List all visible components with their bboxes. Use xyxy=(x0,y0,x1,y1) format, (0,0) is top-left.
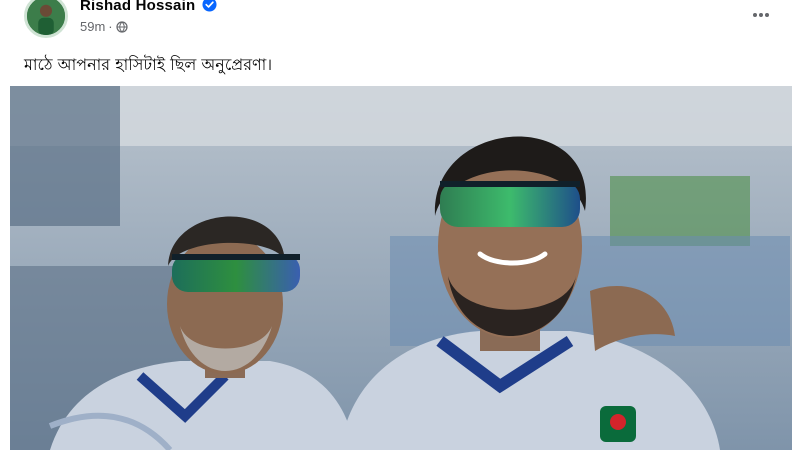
post-photo[interactable] xyxy=(10,86,792,450)
post-meta: 59m · xyxy=(80,19,128,34)
globe-icon[interactable] xyxy=(116,20,128,33)
more-options-button[interactable] xyxy=(748,2,774,28)
meta-separator: · xyxy=(108,19,113,34)
more-options-icon xyxy=(753,13,769,17)
photo-illustration xyxy=(10,86,792,450)
avatar-image xyxy=(27,0,65,35)
post-header: Rishad Hossain 59m · xyxy=(0,0,800,44)
post-time[interactable]: 59m xyxy=(80,19,105,34)
post-text: মাঠে আপনার হাসিটাই ছিল অনুপ্রেরণা। xyxy=(24,55,273,74)
author-name[interactable]: Rishad Hossain xyxy=(80,0,195,14)
avatar[interactable] xyxy=(24,0,68,38)
verified-badge-icon xyxy=(202,0,217,12)
